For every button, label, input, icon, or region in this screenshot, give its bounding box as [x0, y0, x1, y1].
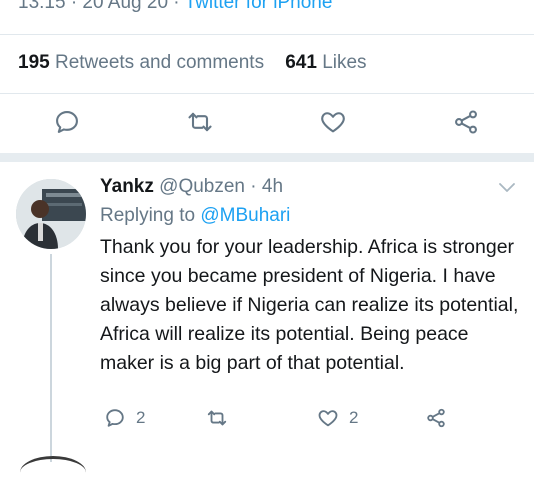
share-button[interactable] [449, 105, 483, 139]
divider [0, 34, 534, 35]
like-button[interactable]: 2 [317, 400, 358, 436]
heart-icon [318, 410, 338, 427]
like-button[interactable] [316, 105, 350, 139]
reply-author: Yankz @Qubzen · 4h [100, 176, 283, 198]
author-name[interactable]: Yankz [100, 176, 154, 197]
likes-count: 641 [285, 52, 317, 73]
share-icon [455, 110, 477, 134]
tweet-time-date: 13:15 · 20 Aug 20 · [18, 0, 185, 13]
avatar[interactable] [16, 179, 86, 249]
replying-prefix: Replying to [100, 205, 201, 226]
share-button[interactable] [425, 400, 447, 436]
section-separator [0, 153, 534, 162]
author-handle-time[interactable]: @Qubzen · 4h [159, 176, 283, 197]
retweets-stat[interactable]: 195 Retweets and comments [18, 52, 264, 73]
likes-label: Likes [322, 52, 367, 73]
retweet-icon [207, 410, 227, 426]
chevron-down-icon [499, 183, 515, 192]
retweet-button[interactable] [183, 105, 217, 139]
avatar-photo [16, 179, 86, 249]
like-count: 2 [349, 408, 359, 427]
tweet-action-bar [0, 105, 534, 145]
tweet-timestamp-line: 13:15 · 20 Aug 20 · Twitter for iPhone [18, 0, 332, 14]
reply-action-bar: 2 2 [0, 400, 534, 436]
tweet-source-link[interactable]: Twitter for iPhone [185, 0, 333, 13]
likes-stat[interactable]: 641 Likes [285, 52, 366, 73]
comment-bubble-icon [56, 111, 78, 133]
retweet-icon [188, 112, 212, 132]
comment-bubble-icon [106, 409, 124, 427]
heart-icon [321, 112, 345, 133]
retweets-label: Retweets and comments [54, 52, 265, 73]
reply-button[interactable] [50, 105, 84, 139]
retweets-count: 195 [18, 52, 50, 73]
tweet-stats: 195 Retweets and comments 641 Likes [18, 52, 367, 74]
mention-link[interactable]: @MBuhari [200, 205, 290, 226]
reply-button[interactable]: 2 [104, 400, 145, 436]
share-icon [427, 408, 445, 428]
next-tweet-avatar[interactable] [20, 456, 86, 489]
retweet-button[interactable] [205, 400, 229, 436]
replying-to-line: Replying to @MBuhari [100, 205, 290, 227]
tweet-menu-button[interactable] [496, 180, 518, 196]
divider [0, 93, 534, 94]
reply-count: 2 [136, 408, 146, 427]
tweet-text: Thank you for your leadership. Africa is… [100, 236, 519, 374]
